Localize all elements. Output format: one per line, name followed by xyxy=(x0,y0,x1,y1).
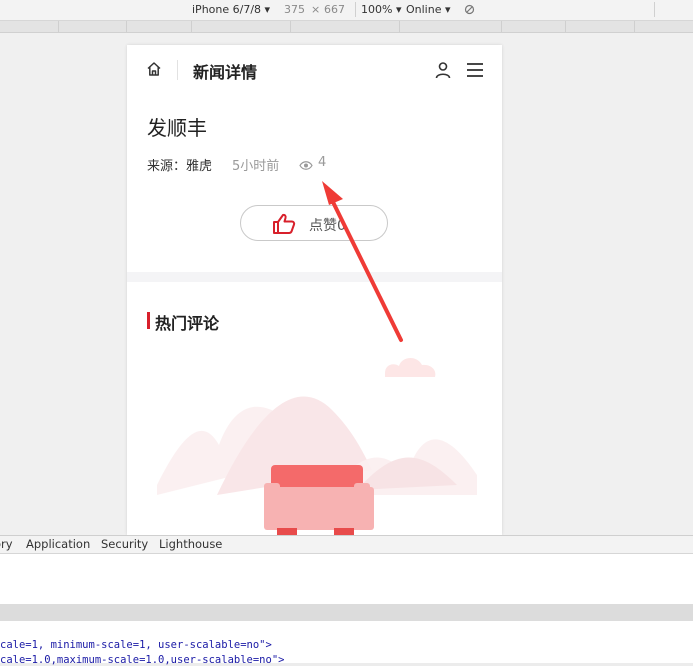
annotation-arrow xyxy=(322,181,403,342)
code-line: cale=1, minimum-scale=1, user-scalable=n… xyxy=(0,639,272,651)
devtools-splitter[interactable] xyxy=(0,604,693,621)
tab-application[interactable]: Application xyxy=(26,537,90,551)
tab-security[interactable]: Security xyxy=(101,537,148,551)
tab-memory[interactable]: ory xyxy=(0,537,13,551)
tab-lighthouse[interactable]: Lighthouse xyxy=(159,537,222,551)
code-line: cale=1.0,maximum-scale=1.0,user-scalable… xyxy=(0,654,285,666)
devtools-panel: ory Application Security Lighthouse cale… xyxy=(0,535,693,666)
devtools-tab-bar: ory Application Security Lighthouse xyxy=(0,535,693,554)
